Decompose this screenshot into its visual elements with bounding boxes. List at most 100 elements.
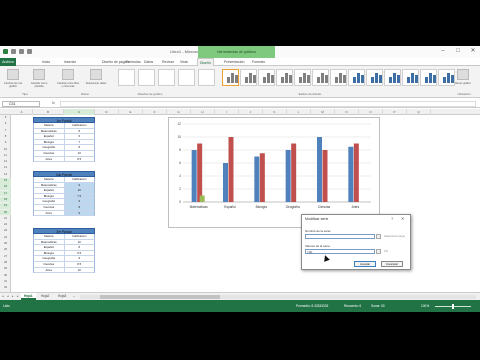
row-header[interactable]: 12	[0, 159, 11, 165]
column-header[interactable]: J	[239, 109, 263, 115]
row-header[interactable]: 14	[0, 172, 11, 178]
row-header[interactable]: 8	[0, 134, 11, 140]
row-header[interactable]: 9	[0, 140, 11, 146]
column-header[interactable]: N	[335, 109, 359, 115]
column-header[interactable]: D	[95, 109, 119, 115]
change-chart-type-button[interactable]	[7, 69, 19, 80]
style-thumbnail[interactable]	[384, 69, 401, 86]
fx-icon[interactable]: fx	[52, 101, 55, 105]
header-cell[interactable]: Materia	[34, 234, 65, 239]
row-header[interactable]: 20	[0, 209, 11, 216]
tab-10[interactable]: Formato	[250, 58, 267, 66]
table-cell[interactable]: Biología	[34, 139, 65, 145]
table-cell[interactable]: 8	[65, 245, 95, 250]
next-sheet-icon[interactable]: ▸	[12, 294, 14, 298]
table-cell[interactable]: 9	[64, 210, 94, 216]
row-header[interactable]: 6	[0, 121, 11, 127]
close-window-icon[interactable]: ✕	[466, 46, 480, 56]
zoom-level[interactable]: 100%	[421, 304, 429, 308]
sheet-tab[interactable]: Hoja3	[55, 293, 69, 300]
prev-sheet-icon[interactable]: ◂	[7, 294, 9, 298]
column-header[interactable]: M	[311, 109, 335, 115]
table-cell[interactable]: Artes	[34, 210, 65, 216]
series-values-input[interactable]: ={1}	[305, 249, 375, 254]
range-picker-icon[interactable]	[376, 249, 381, 254]
last-sheet-icon[interactable]: ▸	[17, 294, 19, 298]
table-cell[interactable]: 9	[65, 256, 95, 261]
row-header[interactable]: 16	[0, 184, 11, 190]
row-header[interactable]: 24	[0, 235, 11, 241]
table-cell[interactable]: Geografía	[34, 256, 65, 261]
table-cell[interactable]: Ciencias	[34, 204, 65, 210]
row-header[interactable]: 11	[0, 153, 11, 159]
header-cell[interactable]: Calificación	[65, 234, 95, 239]
column-header[interactable]: F	[143, 109, 167, 115]
row-header[interactable]: 21	[0, 216, 11, 222]
column-header[interactable]: I	[215, 109, 239, 115]
header-cell[interactable]: Materia	[34, 177, 65, 182]
tab-5[interactable]: Datos	[142, 58, 155, 66]
table-cell[interactable]: Español	[34, 134, 65, 139]
table-cell[interactable]: Biología	[34, 193, 65, 199]
table-cell[interactable]: 8	[65, 129, 95, 134]
sheet-tab[interactable]: Hoja2	[38, 293, 52, 300]
name-box[interactable]: C31	[2, 101, 40, 107]
table-cell[interactable]: Español	[34, 245, 65, 250]
first-sheet-icon[interactable]: ◂	[2, 294, 4, 298]
new-sheet-icon[interactable]: +	[73, 294, 75, 298]
style-thumbnail[interactable]	[420, 69, 437, 86]
undo-icon[interactable]	[19, 49, 24, 54]
row-header[interactable]: 17	[0, 190, 11, 197]
style-thumbnail[interactable]	[330, 69, 347, 86]
table-cell[interactable]: Matemáticas	[34, 128, 65, 134]
tab-1[interactable]: Inicio	[40, 58, 52, 66]
header-cell[interactable]: Materia	[34, 123, 65, 128]
table-cell[interactable]: 10	[65, 240, 95, 245]
style-thumbnail[interactable]	[276, 69, 293, 86]
style-thumbnail[interactable]	[348, 69, 365, 86]
table-cell[interactable]: Biología	[34, 250, 65, 256]
table-cell[interactable]: Artes	[34, 267, 65, 273]
column-header[interactable]: B	[33, 109, 64, 115]
table-cell[interactable]: 9	[64, 182, 94, 188]
close-icon[interactable]: ✕	[401, 216, 404, 221]
cancel-button[interactable]: Cancelar	[381, 261, 403, 267]
row-header[interactable]: 27	[0, 254, 11, 260]
column-header[interactable]: O	[359, 109, 383, 115]
tab-8[interactable]: Diseño	[197, 58, 214, 66]
column-header[interactable]: A	[11, 109, 33, 115]
row-header[interactable]: 22	[0, 222, 11, 228]
zoom-slider-knob[interactable]	[452, 303, 454, 309]
layout-thumbnail[interactable]	[158, 69, 175, 86]
tab-4[interactable]: Fórmulas	[124, 58, 143, 66]
table-cell[interactable]: 8	[65, 145, 95, 150]
row-header[interactable]: 32	[0, 285, 11, 291]
column-header[interactable]: E	[119, 109, 143, 115]
column-header[interactable]: K	[263, 109, 287, 115]
style-thumbnail[interactable]	[312, 69, 329, 86]
row-header[interactable]: 7	[0, 128, 11, 134]
table-cell[interactable]: 8.5	[65, 251, 95, 256]
row-header[interactable]: 5	[0, 115, 11, 121]
table-cell[interactable]: 8.5	[65, 262, 95, 267]
row-header[interactable]: 23	[0, 228, 11, 234]
table-cell[interactable]: 8	[64, 204, 94, 210]
tab-6[interactable]: Revisar	[160, 58, 176, 66]
ok-button[interactable]: Aceptar	[354, 261, 376, 267]
column-header[interactable]: H	[191, 109, 215, 115]
header-cell[interactable]: Calificación	[65, 123, 95, 128]
table-cell[interactable]: 10	[65, 151, 95, 156]
column-header[interactable]: P	[383, 109, 407, 115]
style-thumbnail[interactable]	[258, 69, 275, 86]
switch-row-column-button[interactable]	[62, 69, 74, 80]
layout-thumbnail[interactable]	[178, 69, 195, 86]
tab-file[interactable]: Archivo	[0, 58, 16, 66]
formula-input[interactable]	[60, 101, 476, 107]
tab-9[interactable]: Presentación	[222, 58, 246, 66]
style-thumbnail[interactable]	[402, 69, 419, 86]
range-picker-icon[interactable]	[376, 234, 381, 239]
style-thumbnail[interactable]	[366, 69, 383, 86]
maximize-icon[interactable]: □	[451, 46, 465, 56]
select-data-button[interactable]	[90, 69, 102, 80]
row-header[interactable]: 18	[0, 196, 11, 203]
